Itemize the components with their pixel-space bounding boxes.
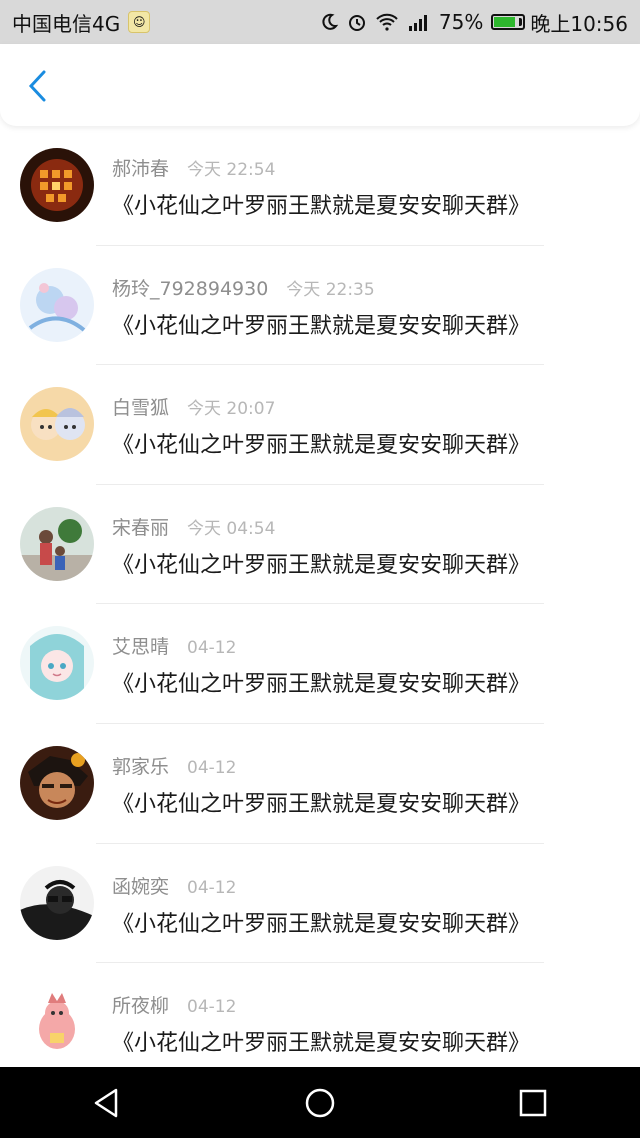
- list-item[interactable]: 郝沛春 今天 22:54 《小花仙之叶罗丽王默就是夏安安聊天群》: [0, 126, 640, 246]
- avatar[interactable]: [20, 865, 94, 940]
- message-time: 今天 22:35: [286, 279, 375, 300]
- status-bar: 中国电信4G ☺ 75% 晚上10:56: [0, 0, 640, 44]
- list-item[interactable]: 白雪狐 今天 20:07 《小花仙之叶罗丽王默就是夏安安聊天群》: [0, 365, 640, 485]
- list-item[interactable]: 函婉奕 04-12 《小花仙之叶罗丽王默就是夏安安聊天群》: [0, 844, 640, 964]
- chevron-left-icon: [28, 70, 46, 102]
- sender-name: 白雪狐: [112, 397, 170, 420]
- message-text: 《小花仙之叶罗丽王默就是夏安安聊天群》: [112, 791, 531, 817]
- message-time: 今天 04:54: [187, 518, 276, 539]
- moon-icon: [319, 12, 339, 32]
- list-item[interactable]: 杨玲_792894930 今天 22:35 《小花仙之叶罗丽王默就是夏安安聊天群》: [0, 246, 640, 366]
- list-item[interactable]: 艾思晴 04-12 《小花仙之叶罗丽王默就是夏安安聊天群》: [0, 604, 640, 724]
- status-time: 晚上10:56: [530, 11, 628, 36]
- message-time: 04-12: [187, 877, 237, 898]
- avatar[interactable]: [20, 506, 94, 581]
- carrier-app-icon: ☺: [128, 11, 151, 33]
- avatar[interactable]: [20, 148, 94, 222]
- message-list: 郝沛春 今天 22:54 《小花仙之叶罗丽王默就是夏安安聊天群》 杨玲_79289…: [0, 126, 640, 1083]
- sender-name: 郝沛春: [112, 158, 170, 180]
- sender-name: 杨玲_792894930: [112, 277, 269, 300]
- sender-name: 函婉奕: [112, 875, 170, 898]
- recents-square-icon: [520, 1089, 547, 1116]
- message-text: 《小花仙之叶罗丽王默就是夏安安聊天群》: [112, 552, 531, 578]
- carrier-label: 中国电信4G: [12, 11, 121, 36]
- battery-percent: 75%: [438, 10, 484, 34]
- message-time: 04-12: [187, 638, 237, 659]
- list-item[interactable]: 郭家乐 04-12 《小花仙之叶罗丽王默就是夏安安聊天群》: [0, 724, 640, 844]
- alarm-icon: [347, 12, 367, 32]
- list-item[interactable]: 所夜柳 04-12 《小花仙之叶罗丽王默就是夏安安聊天群》: [0, 963, 640, 1083]
- message-time: 04-12: [187, 997, 237, 1018]
- signal-icon: [407, 12, 431, 32]
- home-circle-icon: [305, 1088, 335, 1117]
- message-text: 《小花仙之叶罗丽王默就是夏安安聊天群》: [112, 672, 531, 698]
- avatar[interactable]: [20, 267, 94, 342]
- message-text: 《小花仙之叶罗丽王默就是夏安安聊天群》: [112, 911, 531, 937]
- battery-icon: [491, 14, 526, 30]
- avatar[interactable]: [20, 745, 94, 820]
- nav-home-button[interactable]: [290, 1073, 350, 1133]
- message-time: 今天 20:07: [187, 399, 276, 420]
- message-time: 04-12: [187, 757, 237, 778]
- back-triangle-icon: [94, 1088, 117, 1117]
- avatar[interactable]: [20, 985, 94, 1060]
- avatar[interactable]: [20, 626, 94, 701]
- nav-recents-button[interactable]: [503, 1073, 563, 1133]
- message-text: 《小花仙之叶罗丽王默就是夏安安聊天群》: [112, 313, 531, 339]
- wifi-icon: [375, 12, 399, 32]
- message-text: 《小花仙之叶罗丽王默就是夏安安聊天群》: [112, 1031, 531, 1057]
- list-item[interactable]: 宋春丽 今天 04:54 《小花仙之叶罗丽王默就是夏安安聊天群》: [0, 485, 640, 605]
- back-button[interactable]: [18, 66, 58, 106]
- message-time: 今天 22:54: [187, 160, 276, 180]
- message-text: 《小花仙之叶罗丽王默就是夏安安聊天群》: [112, 194, 531, 219]
- avatar[interactable]: [20, 387, 94, 462]
- header: [0, 44, 640, 126]
- sender-name: 所夜柳: [112, 995, 170, 1018]
- message-text: 《小花仙之叶罗丽王默就是夏安安聊天群》: [112, 433, 531, 459]
- navigation-bar: [0, 1067, 640, 1138]
- sender-name: 宋春丽: [112, 516, 170, 539]
- nav-back-button[interactable]: [77, 1073, 137, 1133]
- sender-name: 艾思晴: [112, 636, 170, 659]
- sender-name: 郭家乐: [112, 755, 170, 778]
